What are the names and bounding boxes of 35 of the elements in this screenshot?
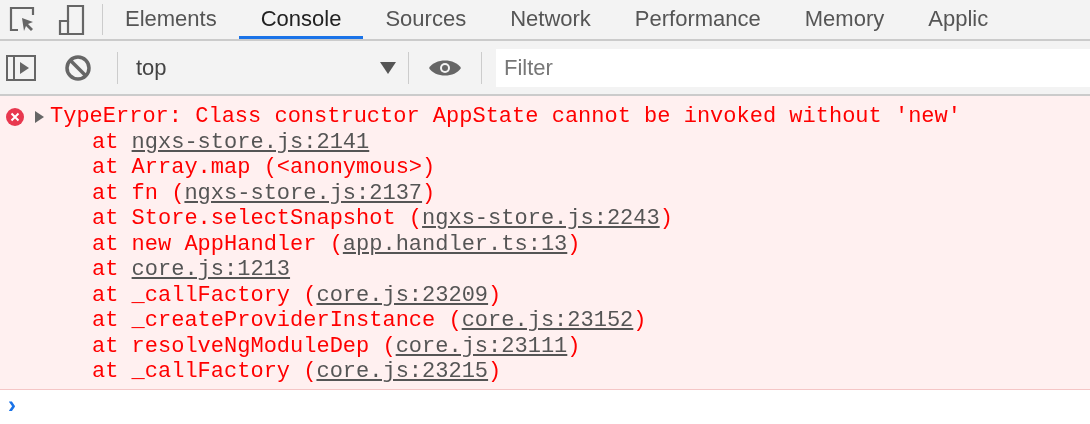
source-link[interactable]: core.js:23215	[316, 359, 489, 384]
source-link[interactable]: ngxs-store.js:2137	[184, 180, 423, 206]
panel-tab[interactable]: Network	[488, 0, 613, 39]
source-link[interactable]: core.js:1213	[131, 257, 291, 282]
panel-tab[interactable]: Performance	[612, 0, 783, 39]
panel-tab[interactable]: Memory	[782, 0, 907, 39]
dropdown-caret-icon	[380, 61, 396, 74]
stack-frame: at ngxs-store.js:2141	[92, 129, 370, 155]
stack-frame: at Array.map (<anonymous>)	[92, 155, 436, 180]
panel-tab[interactable]: Elements	[103, 0, 239, 39]
stack-frame: at _callFactory (core.js:23209)	[92, 282, 502, 308]
stack-frame: at new AppHandler (app.handler.ts:13)	[92, 231, 581, 257]
source-link[interactable]: ngxs-store.js:2141	[131, 129, 370, 155]
stack-frame: at fn (ngxs-store.js:2137)	[92, 180, 436, 206]
panel-tab[interactable]: Sources	[363, 0, 489, 39]
filter-field[interactable]: Filter	[496, 48, 1090, 87]
source-link[interactable]: core.js:23152	[461, 308, 634, 333]
prompt-caret: ›	[8, 389, 16, 420]
error-text: TypeError: Class constructor AppState cannot be invoked without 'new'	[50, 104, 961, 130]
source-link[interactable]: core.js:23209	[316, 282, 489, 308]
sidebar-toggle-icon[interactable]	[6, 54, 36, 81]
source-link[interactable]: ngxs-store.js:2243	[422, 206, 660, 231]
stack-frame: at _createProviderInstance (core.js:23152)	[92, 308, 647, 333]
clear-console-icon[interactable]	[64, 53, 92, 82]
stack-frame: at resolveNgModuleDep (core.js:23111)	[92, 333, 581, 359]
source-link[interactable]: app.handler.ts:13	[342, 231, 568, 257]
error-icon	[6, 107, 24, 126]
stack-frame: at Store.selectSnapshot (ngxs-store.js:2243)	[92, 206, 673, 231]
stack-frame: at core.js:1213	[92, 257, 291, 282]
panel-tab[interactable]: Applic	[906, 0, 1011, 39]
device-toolbar-icon[interactable]	[56, 4, 86, 35]
expand-triangle-icon[interactable]	[34, 110, 44, 123]
source-link[interactable]: core.js:23111	[395, 333, 568, 359]
stack-frame: at _callFactory (core.js:23215)	[92, 359, 502, 384]
context-selector[interactable]: top	[118, 41, 408, 94]
